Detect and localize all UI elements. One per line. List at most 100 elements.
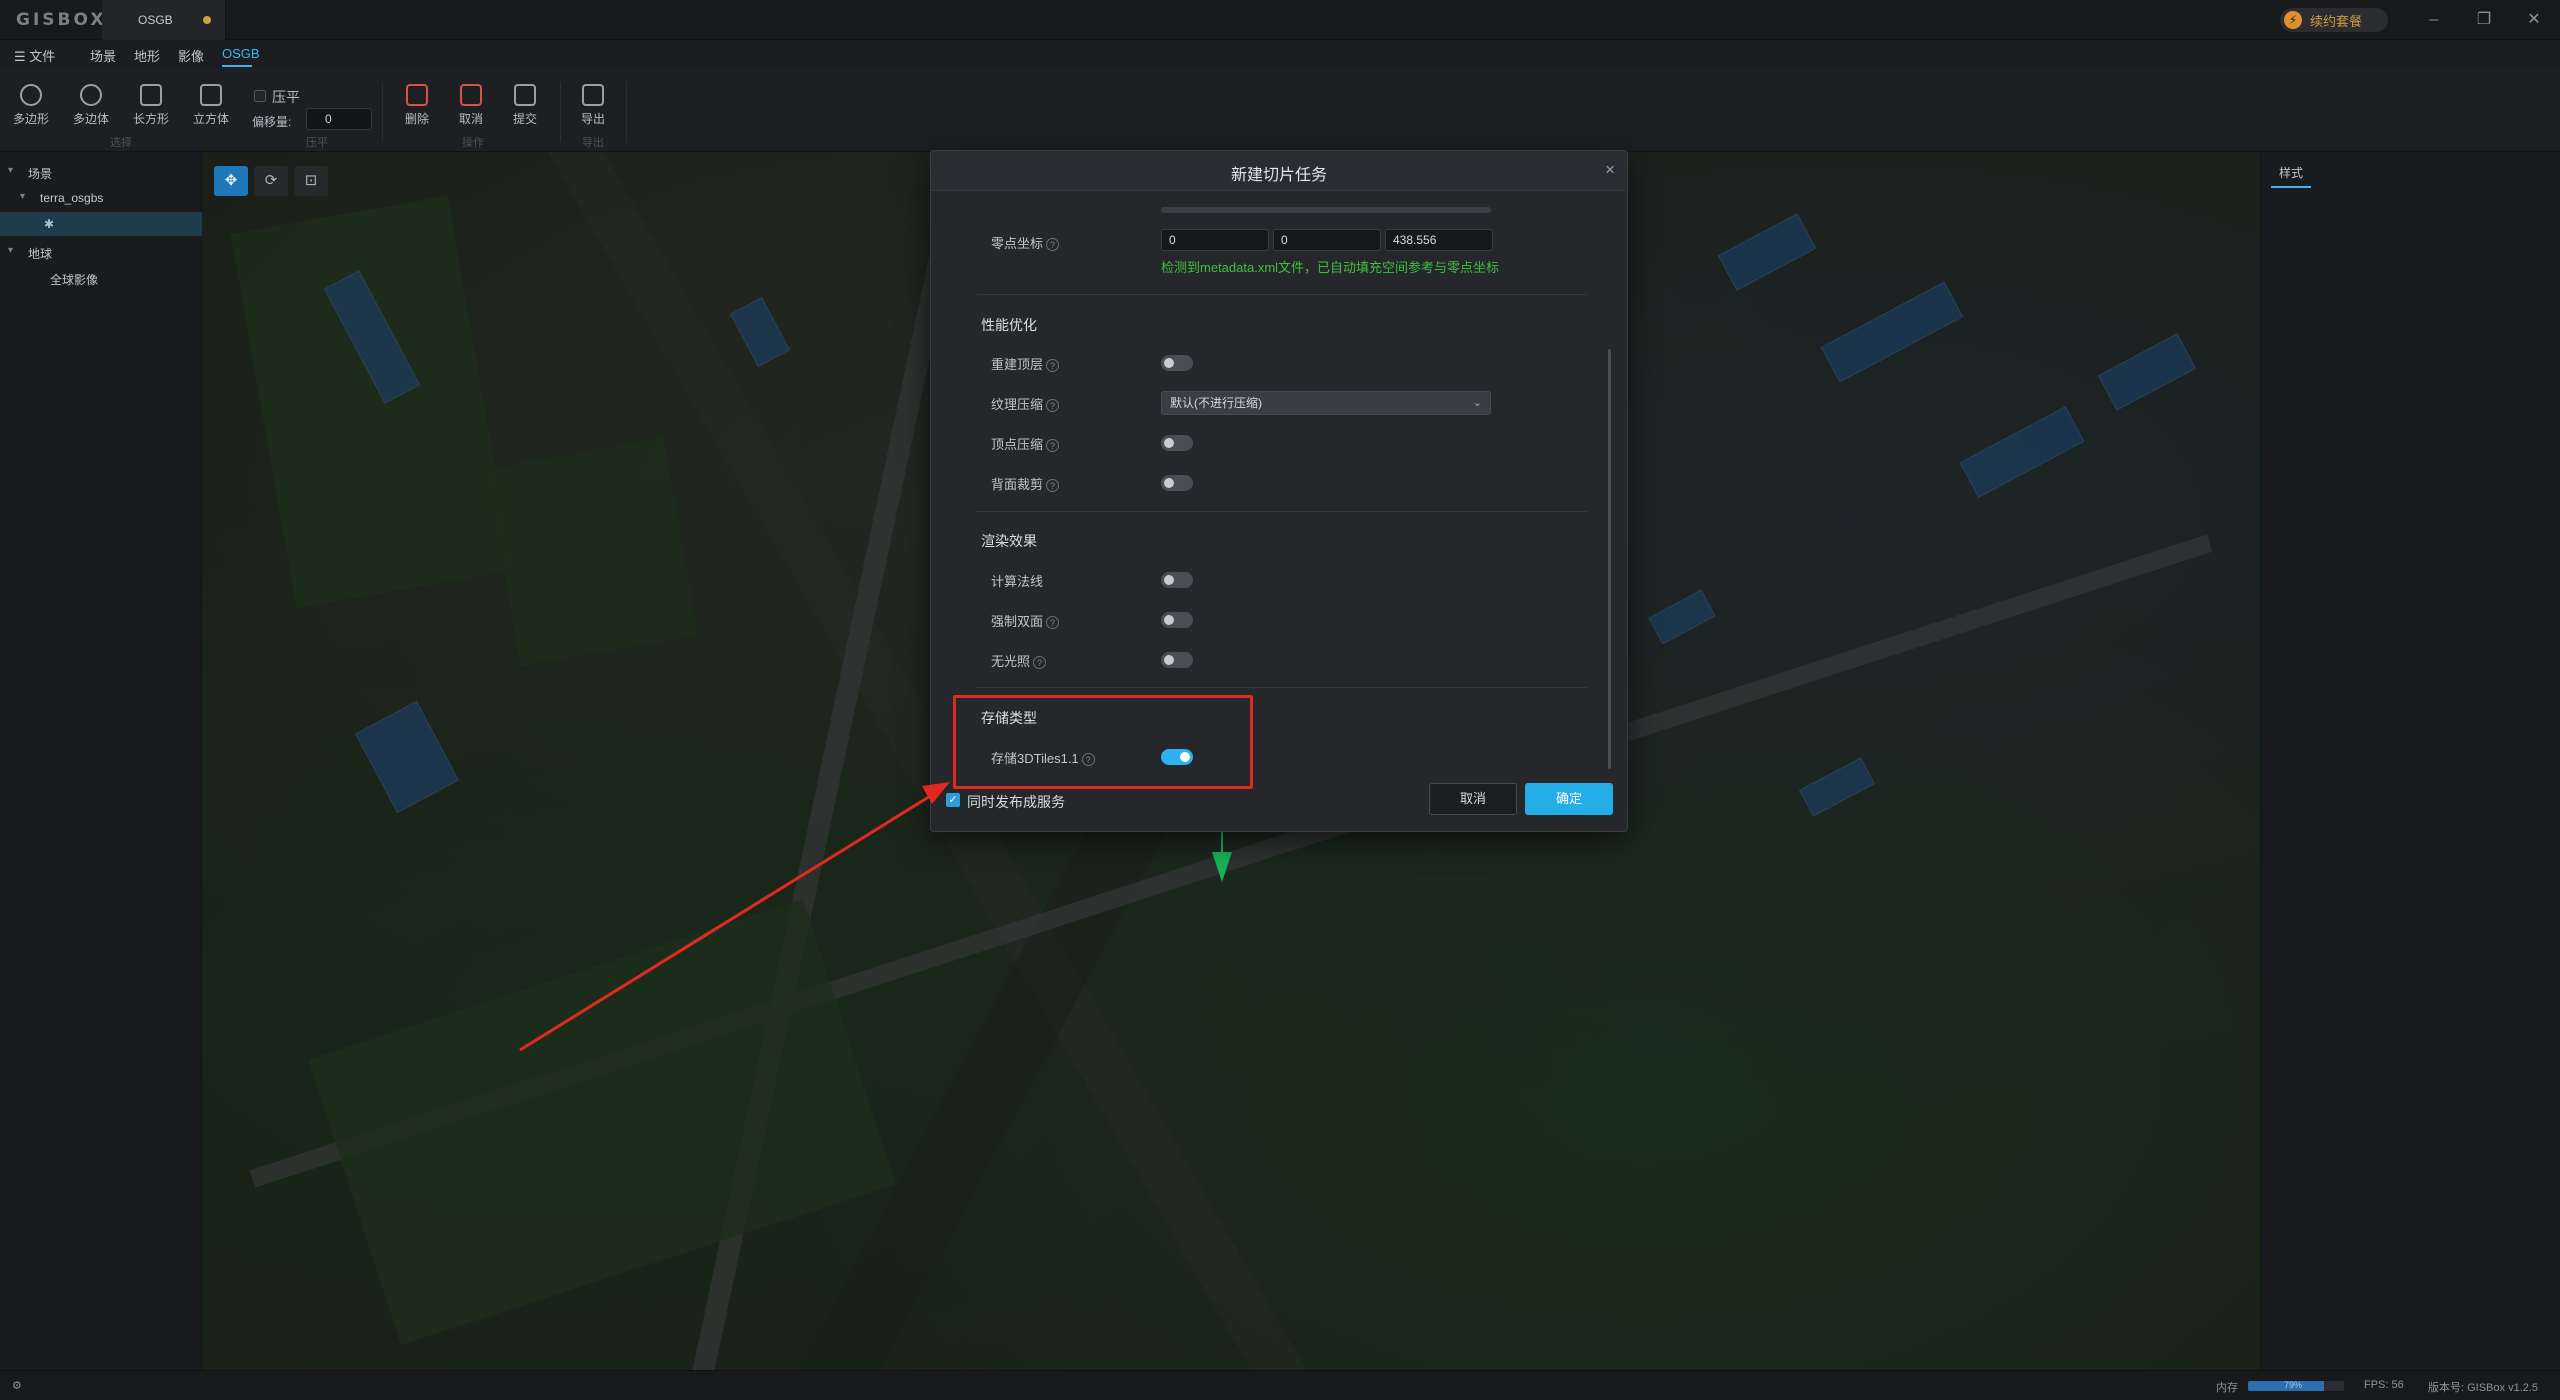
close-window-button[interactable]: ✕: [2520, 8, 2548, 32]
perf-section-title: 性能优化: [981, 317, 1037, 333]
tool-label: 导出: [580, 112, 605, 126]
render-section-title: 渲染效果: [981, 533, 1037, 549]
origin-y-input[interactable]: 0: [1273, 229, 1381, 251]
cancel-tool-button[interactable]: 取消: [446, 84, 496, 127]
divider: [977, 511, 1587, 512]
restore-button[interactable]: ❐: [2470, 8, 2498, 32]
force-double-toggle[interactable]: [1161, 612, 1193, 628]
label-text: 强制双面: [991, 614, 1044, 629]
caret-down-icon[interactable]: ▾: [8, 165, 13, 176]
tab-underline: [2271, 186, 2311, 188]
app-logo: GISBOX: [16, 10, 107, 30]
group-label-select: 选择: [110, 137, 132, 149]
divider: [977, 687, 1587, 688]
properties-panel: 样式: [2260, 152, 2560, 1370]
tree-node-label: 场景: [28, 167, 53, 181]
offset-input[interactable]: 0: [306, 108, 372, 130]
compute-normals-label: 计算法线: [991, 574, 1044, 589]
settings-icon[interactable]: ⚙: [12, 1379, 22, 1392]
help-icon[interactable]: ?: [1046, 238, 1060, 252]
status-bar: ⚙ 内存 79% FPS: 56 版本号: GISBox v1.2.5: [0, 1370, 2560, 1400]
minimize-button[interactable]: –: [2420, 8, 2448, 32]
texture-compress-label: 纹理压缩?: [991, 394, 1060, 413]
caret-down-icon[interactable]: ▾: [8, 245, 13, 256]
origin-z-input[interactable]: 438.556: [1385, 229, 1493, 251]
rebuild-top-toggle[interactable]: [1161, 355, 1193, 371]
pan-tool-button[interactable]: ✥: [214, 166, 248, 196]
document-tab[interactable]: OSGB: [102, 0, 226, 40]
menu-file[interactable]: ☰ 文件: [14, 46, 55, 65]
menu-terrain[interactable]: 地形: [134, 46, 160, 65]
rebuild-top-label: 重建顶层?: [991, 354, 1060, 373]
help-icon[interactable]: ?: [1046, 399, 1060, 413]
polyhedron-tool-button[interactable]: 多边体: [66, 84, 116, 127]
help-icon[interactable]: ?: [1046, 616, 1060, 630]
version-label: 版本号: GISBox v1.2.5: [2428, 1382, 2539, 1394]
tree-node-scene[interactable]: ▾ 场景: [0, 160, 202, 184]
polygon-icon: [20, 84, 42, 106]
help-icon[interactable]: ?: [1046, 359, 1060, 373]
no-light-toggle[interactable]: [1161, 652, 1193, 668]
publish-service-checkbox[interactable]: ✓: [946, 793, 960, 807]
close-dialog-button[interactable]: ×: [1605, 160, 1615, 180]
menu-bar: ☰ 文件 场景 地形 影像 OSGB: [0, 40, 2560, 68]
rectangle-icon: [140, 84, 162, 106]
chevron-down-icon: ⌄: [1472, 397, 1482, 409]
trash-icon: [406, 84, 428, 106]
menu-osgb[interactable]: OSGB: [222, 46, 260, 61]
tree-node-label: terra_osgbs: [40, 191, 104, 205]
cancel-icon: [460, 84, 482, 106]
cancel-button[interactable]: 取消: [1429, 783, 1517, 815]
help-icon[interactable]: ?: [1033, 656, 1047, 670]
polygon-tool-button[interactable]: 多边形: [6, 84, 56, 127]
divider: [977, 294, 1587, 295]
export-icon: [582, 84, 604, 106]
label-text: 背面裁剪: [991, 477, 1044, 492]
toolbar-separator: [560, 82, 561, 142]
rectangle-tool-button[interactable]: 长方形: [126, 84, 176, 127]
force-double-label: 强制双面?: [991, 611, 1060, 630]
caret-down-icon[interactable]: ▾: [20, 191, 25, 202]
tree-node-layer[interactable]: ▾ terra_osgbs: [0, 186, 202, 210]
tree-node-globe[interactable]: ▾ 地球: [0, 240, 202, 264]
dialog-scrollbar[interactable]: [1608, 349, 1611, 769]
document-tab-label: OSGB: [138, 13, 173, 27]
menu-scene[interactable]: 场景: [90, 46, 116, 65]
export-button[interactable]: 导出: [568, 84, 618, 127]
delete-button[interactable]: 删除: [392, 84, 442, 127]
model-icon: ✱: [44, 217, 55, 231]
title-bar: GISBOX OSGB ⚡ 续约套餐 – ❐ ✕: [0, 0, 2560, 40]
rotate-tool-button[interactable]: ⟳: [254, 166, 288, 196]
submit-icon: [514, 84, 536, 106]
backface-cull-toggle[interactable]: [1161, 475, 1193, 491]
help-icon[interactable]: ?: [1046, 479, 1060, 493]
tree-node-imagery[interactable]: 全球影像: [0, 266, 202, 290]
texture-compress-select[interactable]: 默认(不进行压缩) ⌄: [1161, 391, 1491, 415]
tab-style[interactable]: 样式: [2279, 164, 2303, 181]
origin-x-input[interactable]: 0: [1161, 229, 1269, 251]
flatten-checkbox[interactable]: [254, 90, 266, 102]
cube-tool-button[interactable]: 立方体: [186, 84, 236, 127]
renew-plan-button[interactable]: ⚡ 续约套餐: [2280, 8, 2388, 32]
tool-label: 提交: [512, 112, 537, 126]
fullscreen-tool-button[interactable]: ⊡: [294, 166, 328, 196]
dialog-header: 新建切片任务 ×: [931, 151, 1627, 191]
select-value: 默认(不进行压缩): [1170, 396, 1262, 410]
menu-imagery[interactable]: 影像: [178, 46, 204, 65]
label-text: 无光照: [991, 654, 1031, 669]
publish-service-label: 同时发布成服务: [967, 794, 1065, 810]
vertex-compress-toggle[interactable]: [1161, 435, 1193, 451]
tool-label: 立方体: [192, 112, 229, 126]
submit-button[interactable]: 提交: [500, 84, 550, 127]
tool-label: 多边体: [72, 112, 109, 126]
compute-normals-toggle[interactable]: [1161, 572, 1193, 588]
group-label-flatten: 压平: [306, 137, 328, 149]
annotation-highlight-box: [953, 695, 1253, 789]
help-icon[interactable]: ?: [1046, 439, 1060, 453]
tree-node-selected[interactable]: ✱: [0, 212, 202, 236]
bolt-icon: ⚡: [2284, 11, 2302, 29]
tool-label: 长方形: [132, 112, 169, 126]
backface-cull-label: 背面裁剪?: [991, 474, 1060, 493]
memory-label: 内存: [2216, 1382, 2238, 1394]
confirm-button[interactable]: 确定: [1525, 783, 1613, 815]
